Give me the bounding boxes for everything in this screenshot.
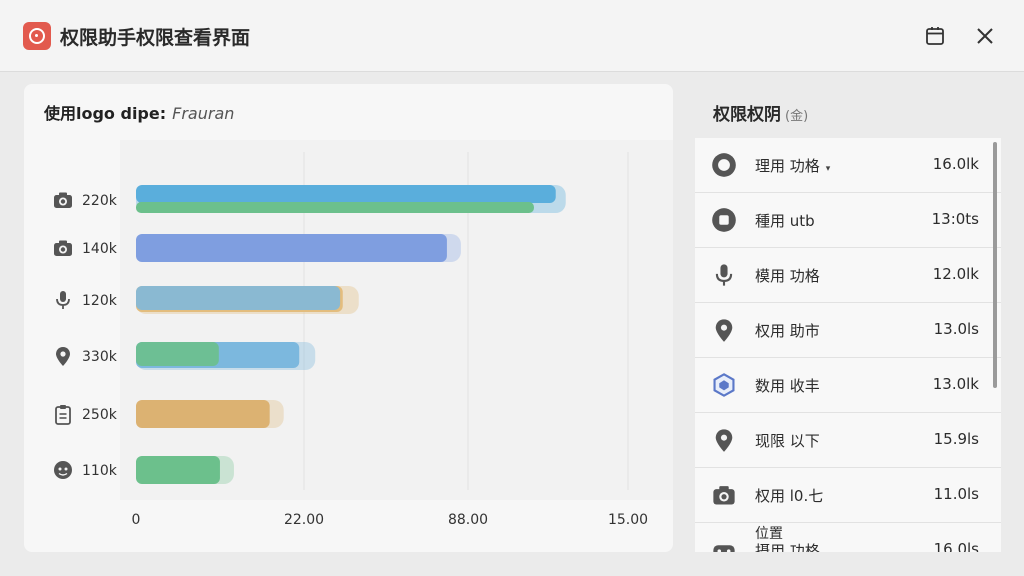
x-tick-label: 0: [132, 512, 141, 528]
bar-segment: [136, 456, 220, 484]
bar-segment: [136, 234, 447, 262]
camera-icon: [54, 240, 72, 256]
close-button[interactable]: [971, 22, 999, 50]
permission-list-item[interactable]: 模用 功格 12.0lk: [695, 248, 1001, 303]
category-label: 120k: [82, 293, 118, 309]
microphone-icon: [711, 262, 737, 288]
side-panel-subtitle: (金): [785, 109, 809, 124]
category-label: 110k: [82, 463, 118, 479]
camera-icon: [711, 482, 737, 508]
category-label: 140k: [82, 241, 118, 257]
app-logo-icon: [23, 22, 51, 50]
permission-list-item[interactable]: 数用 收丰 13.0lk: [695, 358, 1001, 413]
bar-segment: [136, 202, 534, 213]
permission-list-item[interactable]: 权用 助市 13.0ls: [695, 303, 1001, 358]
permission-item-name: 现限 以下: [755, 432, 820, 450]
permission-list-item[interactable]: 权用 l0.七 11.0ls: [695, 468, 1001, 523]
permission-item-amount: 12.0lk: [932, 265, 979, 283]
permission-list-item[interactable]: 理用 功格 ▾ 16.0lk: [695, 138, 1001, 193]
permission-list-item[interactable]: 種用 utb 13:0ts: [695, 193, 1001, 248]
usage-chart-card: 使用logo dipe: Frauran 220k 140k 120k 330k 250k…: [24, 84, 673, 552]
permission-item-name: 理用 功格 ▾: [755, 157, 831, 175]
close-icon: [977, 28, 993, 44]
chart-header: 使用logo dipe: Frauran: [44, 100, 234, 124]
stop-icon: [711, 207, 737, 233]
permission-item-amount: 16.0ls: [933, 540, 979, 552]
permission-item-name: 权用 助市: [755, 322, 820, 340]
bar-segment: [136, 400, 270, 428]
chevron-down-icon[interactable]: ▾: [826, 164, 831, 174]
location-icon: [711, 317, 737, 343]
window-title: 权限助手权限查看界面: [60, 27, 251, 49]
restore-window-icon: [926, 27, 944, 45]
permission-item-amount: 13.0lk: [932, 375, 979, 393]
location-icon: [56, 347, 70, 366]
shield-icon: [711, 372, 737, 398]
permission-item-name: 種用 utb: [755, 212, 815, 230]
x-tick-label: 88.00: [448, 512, 488, 528]
side-panel-title: 权限权阴: [713, 105, 781, 125]
chart-header-label: 使用logo dipe:: [44, 104, 167, 123]
bar-segment: [136, 286, 341, 310]
restore-button[interactable]: [921, 22, 949, 50]
x-tick-label: 22.00: [284, 512, 324, 528]
contacts-icon: [54, 461, 72, 479]
category-label: 220k: [82, 193, 118, 209]
permission-item-amount: 11.0ls: [933, 485, 979, 503]
permission-side-panel: 权限权阴 (金) 理用 功格 ▾ 16.0lk 種用 utb 13:0ts 模用 功格 12.…: [695, 84, 1009, 552]
category-label: 250k: [82, 407, 118, 423]
circle-icon: [711, 152, 737, 178]
permission-list[interactable]: 理用 功格 ▾ 16.0lk 種用 utb 13:0ts 模用 功格 12.0lk 权用 助市…: [695, 138, 1001, 552]
permission-item-name: 模用 功格: [755, 267, 820, 285]
permission-item-amount: 13.0ls: [933, 320, 979, 338]
permission-item-name: 摂用 功格: [755, 542, 820, 552]
usage-bar-chart: 220k 140k 120k 330k 250k 110k 0 22.00 88.00 15.00: [54, 140, 673, 528]
camera-icon: [54, 192, 72, 208]
x-tick-label: 15.00: [608, 512, 648, 528]
location-icon: [711, 427, 737, 453]
title-bar: 权限助手权限查看界面: [0, 0, 1024, 72]
permission-item-name: 权用 l0.七: [755, 487, 824, 505]
bar-segment: [136, 185, 556, 203]
category-label: 330k: [82, 349, 118, 365]
gamepad-icon: [711, 537, 737, 552]
chart-header-value: Frauran: [172, 104, 235, 123]
bar-segment: [136, 342, 219, 366]
permission-item-name: 数用 收丰: [755, 377, 820, 395]
microphone-icon: [56, 291, 70, 309]
permission-list-item[interactable]: 现限 以下 15.9ls: [695, 413, 1001, 468]
clipboard-icon: [55, 405, 71, 425]
permission-list-scrollbar[interactable]: [993, 142, 997, 388]
permission-list-item[interactable]: 位置 摂用 功格 16.0ls: [695, 523, 1001, 552]
permission-item-amount: 16.0lk: [932, 155, 979, 173]
permission-item-amount: 15.9ls: [933, 430, 979, 448]
side-panel-header: 权限权阴 (金): [713, 100, 808, 125]
permission-item-amount: 13:0ts: [931, 210, 979, 228]
